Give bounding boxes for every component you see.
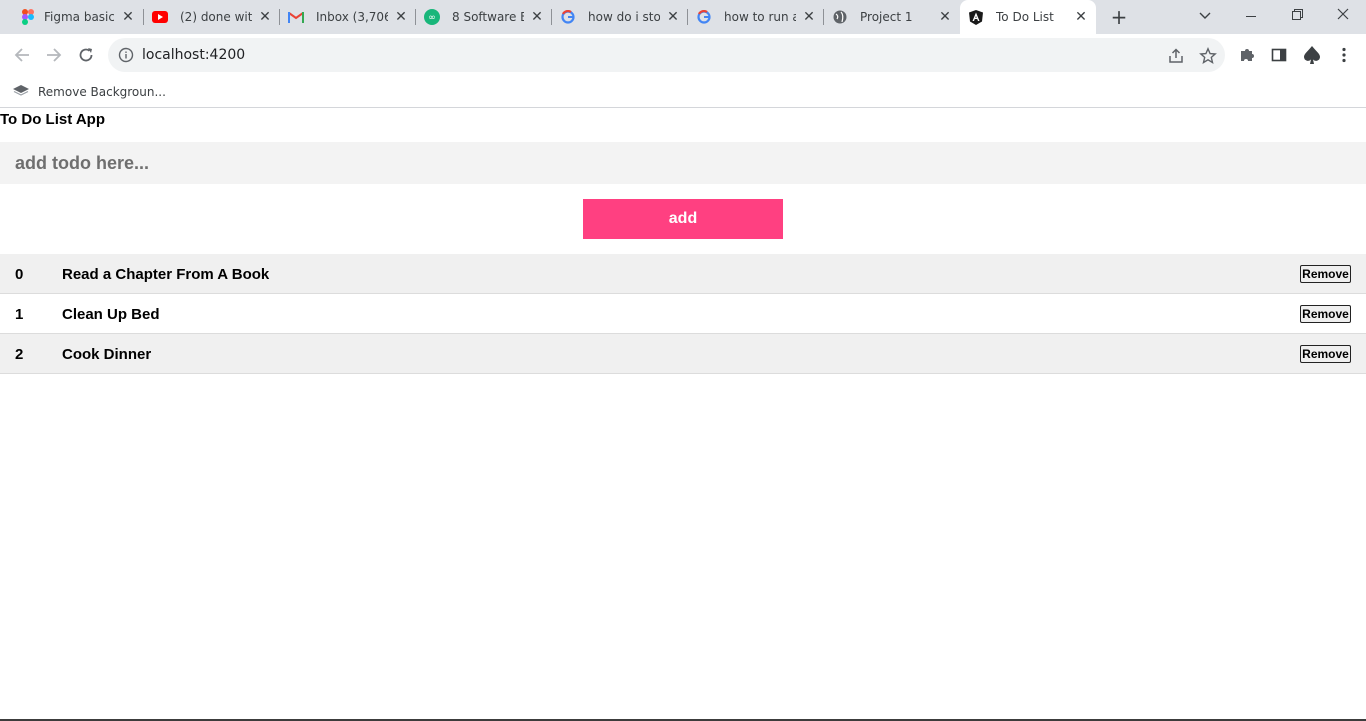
todo-index: 0 (15, 266, 24, 283)
kebab-menu-icon[interactable] (1335, 46, 1355, 66)
arrow-right-icon[interactable] (41, 42, 67, 68)
youtube-icon (152, 9, 168, 25)
tab-title: Project 1 (860, 10, 913, 24)
tab-strip: Figma basics ✕ (2) done with ✕ Inbox (3,… (0, 0, 1366, 34)
reload-icon[interactable] (73, 42, 99, 68)
google-icon (696, 9, 712, 25)
info-icon[interactable] (118, 47, 134, 63)
todo-text: Clean Up Bed (62, 306, 160, 323)
todo-index: 1 (15, 306, 24, 323)
tab-google-search-1[interactable]: how do i stop ✕ (552, 0, 688, 34)
window-close-icon[interactable] (1320, 0, 1366, 34)
puzzle-icon[interactable] (1238, 46, 1258, 66)
minimize-icon[interactable] (1228, 0, 1274, 34)
tab-google-search-2[interactable]: how to run an ✕ (688, 0, 824, 34)
close-icon[interactable]: ✕ (120, 9, 136, 25)
tab-to-do-list[interactable]: To Do List ✕ (960, 0, 1096, 34)
angular-icon (968, 9, 984, 25)
add-button[interactable]: add (583, 199, 783, 239)
todo-index: 2 (15, 346, 24, 363)
page-content: To Do List App add 0 Read a Chapter From… (0, 109, 1366, 721)
bookmark-remove-background[interactable]: Remove Backgroun... (12, 82, 166, 102)
tab-figma[interactable]: Figma basics ✕ (12, 0, 144, 34)
bookmarks-bar: Remove Backgroun... (0, 76, 1366, 108)
tab-title: how to run an (724, 10, 796, 24)
infinity-icon: ∞ (424, 9, 440, 25)
todo-item: 2 Cook Dinner Remove (0, 334, 1366, 374)
globe-icon (832, 9, 848, 25)
todo-item: 0 Read a Chapter From A Book Remove (0, 254, 1366, 294)
todo-input[interactable] (0, 142, 1366, 184)
tab-search-chevron-icon[interactable] (1182, 0, 1228, 34)
remove-button[interactable]: Remove (1300, 345, 1351, 363)
tab-title: (2) done with (180, 10, 252, 24)
tab-gmail[interactable]: Inbox (3,706) ✕ (280, 0, 416, 34)
close-icon[interactable]: ✕ (393, 9, 409, 25)
bookmark-label: Remove Backgroun... (38, 85, 166, 99)
close-icon[interactable]: ✕ (1073, 9, 1089, 25)
layers-icon (12, 83, 30, 101)
url-text: localhost:4200 (142, 47, 246, 63)
star-icon[interactable] (1199, 47, 1217, 65)
close-icon[interactable]: ✕ (665, 9, 681, 25)
app-title: To Do List App (0, 111, 105, 128)
close-icon[interactable]: ✕ (257, 9, 273, 25)
todo-text: Cook Dinner (62, 346, 152, 363)
todo-list: 0 Read a Chapter From A Book Remove 1 Cl… (0, 254, 1366, 374)
restore-icon[interactable] (1274, 0, 1320, 34)
close-icon[interactable]: ✕ (529, 9, 545, 25)
tab-title: how do i stop (588, 10, 660, 24)
close-icon[interactable]: ✕ (937, 9, 953, 25)
google-icon (560, 9, 576, 25)
svg-text:∞: ∞ (428, 13, 436, 23)
gmail-icon (288, 9, 304, 25)
address-bar[interactable]: localhost:4200 (108, 38, 1225, 72)
side-panel-icon[interactable] (1270, 46, 1290, 66)
tab-software[interactable]: ∞ 8 Software En ✕ (416, 0, 552, 34)
new-tab-plus-icon[interactable]: + (1108, 6, 1130, 28)
todo-item: 1 Clean Up Bed Remove (0, 294, 1366, 334)
tab-title: To Do List (996, 10, 1054, 24)
arrow-left-icon[interactable] (9, 42, 35, 68)
tab-title: Inbox (3,706) (316, 10, 388, 24)
tab-youtube[interactable]: (2) done with ✕ (144, 0, 280, 34)
remove-button[interactable]: Remove (1300, 305, 1351, 323)
remove-button[interactable]: Remove (1300, 265, 1351, 283)
tab-project-1[interactable]: Project 1 ✕ (824, 0, 960, 34)
close-icon[interactable]: ✕ (801, 9, 817, 25)
tab-title: Figma basics (44, 10, 114, 24)
share-icon[interactable] (1167, 47, 1185, 65)
tab-title: 8 Software En (452, 10, 524, 24)
figma-icon (20, 9, 36, 25)
todo-text: Read a Chapter From A Book (62, 266, 270, 283)
spade-icon[interactable] (1301, 44, 1321, 64)
